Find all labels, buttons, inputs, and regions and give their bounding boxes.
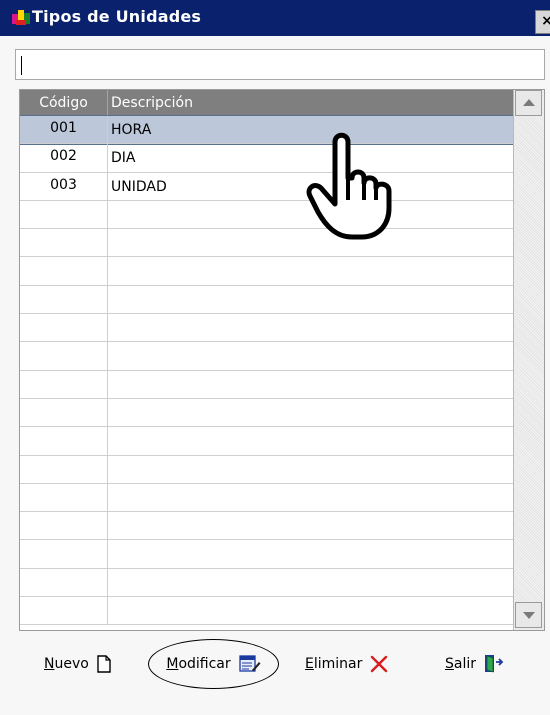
- column-header-description[interactable]: Descripción: [111, 90, 193, 116]
- scroll-up-button[interactable]: [515, 90, 542, 116]
- delete-x-icon: [371, 655, 388, 673]
- search-input[interactable]: [15, 49, 545, 80]
- modify-button-label: Modificar: [166, 656, 231, 672]
- cell-code: [20, 342, 108, 370]
- empty-table-row[interactable]: [20, 200, 513, 230]
- cell-code: [20, 455, 108, 483]
- empty-table-row[interactable]: [20, 568, 513, 598]
- cell-code: [20, 483, 108, 512]
- cell-code: [20, 257, 108, 285]
- window-title: Tipos de Unidades: [32, 7, 202, 26]
- grid-rows: 001 HORA 002 DIA 003 UNIDAD: [20, 114, 514, 626]
- cell-code: [20, 427, 108, 455]
- cell-code: [20, 597, 108, 625]
- units-grid[interactable]: Código Descripción 001 HORA 002 DIA 003 UNIDA…: [19, 89, 545, 631]
- new-button[interactable]: Nuevo: [44, 648, 111, 680]
- close-button[interactable]: ×: [535, 10, 550, 34]
- table-row[interactable]: 001 HORA: [20, 114, 514, 146]
- empty-table-row[interactable]: [20, 398, 513, 428]
- cell-code: [20, 568, 108, 597]
- modify-button[interactable]: Modificar: [148, 639, 279, 689]
- new-document-icon: [97, 655, 111, 673]
- cell-code: [20, 540, 108, 568]
- empty-table-row[interactable]: [20, 314, 513, 343]
- grid-header: Código Descripción: [20, 90, 513, 116]
- units-window: Tipos de Unidades × Código Descripción 0…: [0, 0, 550, 715]
- cell-code: 003: [20, 172, 108, 200]
- up-arrow-icon: [523, 99, 535, 106]
- scroll-down-button[interactable]: [515, 602, 542, 628]
- cell-code: [20, 229, 108, 257]
- cell-code: 002: [20, 144, 108, 172]
- cell-code: [20, 200, 108, 229]
- empty-table-row[interactable]: [20, 229, 513, 258]
- new-button-label: Nuevo: [44, 656, 89, 672]
- title-bar: Tipos de Unidades ×: [0, 0, 550, 36]
- column-header-code[interactable]: Código: [20, 90, 108, 116]
- empty-table-row[interactable]: [20, 512, 513, 541]
- table-row[interactable]: 003 UNIDAD: [20, 172, 513, 201]
- cell-code: [20, 370, 108, 398]
- cell-description: DIA: [111, 150, 136, 167]
- app-icon: [12, 10, 30, 25]
- exit-button[interactable]: Salir: [445, 648, 504, 680]
- cell-description: UNIDAD: [111, 178, 167, 195]
- empty-table-row[interactable]: [20, 483, 513, 513]
- delete-button[interactable]: Eliminar: [305, 648, 388, 680]
- cell-code: [20, 314, 108, 342]
- empty-table-row[interactable]: [20, 257, 513, 286]
- empty-table-row[interactable]: [20, 540, 513, 569]
- cell-description: HORA: [111, 122, 152, 138]
- vertical-scrollbar[interactable]: [513, 90, 544, 630]
- empty-table-row[interactable]: [20, 597, 513, 626]
- exit-door-icon: [485, 655, 504, 673]
- empty-table-row[interactable]: [20, 370, 513, 399]
- empty-table-row[interactable]: [20, 427, 513, 456]
- down-arrow-icon: [523, 612, 535, 619]
- cell-code: 001: [20, 116, 108, 144]
- edit-list-icon: [238, 655, 261, 672]
- text-caret: [21, 56, 22, 75]
- empty-table-row[interactable]: [20, 455, 513, 484]
- cell-code: [20, 398, 108, 427]
- empty-table-row[interactable]: [20, 285, 513, 315]
- cell-code: [20, 285, 108, 314]
- table-row[interactable]: 002 DIA: [20, 144, 513, 173]
- empty-table-row[interactable]: [20, 342, 513, 371]
- delete-button-label: Eliminar: [305, 656, 363, 672]
- cell-code: [20, 512, 108, 540]
- exit-button-label: Salir: [445, 656, 477, 672]
